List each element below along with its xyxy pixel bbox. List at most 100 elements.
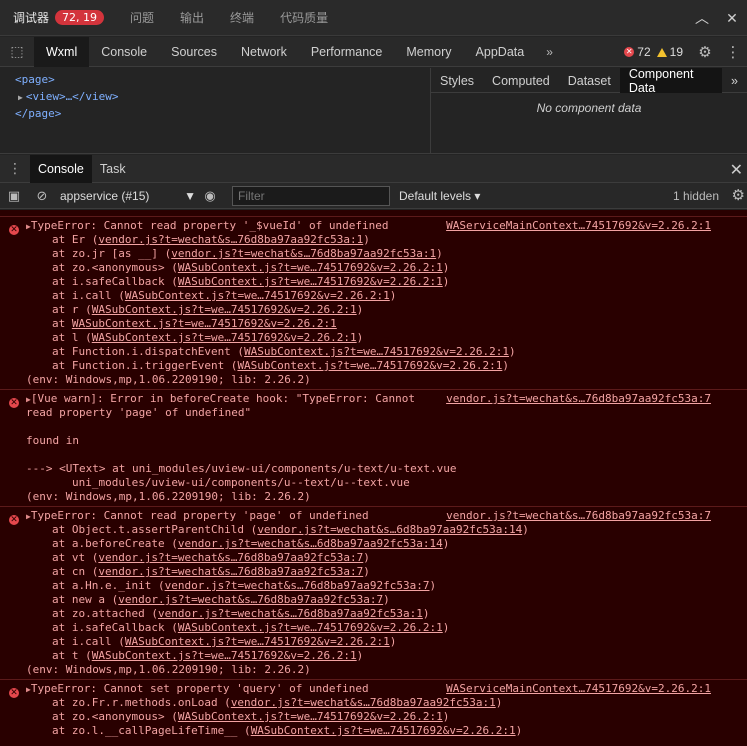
- sidebar-toggle-icon[interactable]: ▣: [0, 188, 28, 204]
- devtools-tab-bar: ⬚ Wxml Console Sources Network Performan…: [0, 36, 747, 67]
- tab-component-data[interactable]: Component Data: [619, 67, 723, 95]
- stack-frame: at Er (vendor.js?t=wechat&s…76d8ba97aa92…: [52, 233, 370, 246]
- tab-network[interactable]: Network: [229, 37, 299, 67]
- drawer-tab-bar: ⋮ Console Task ✕: [0, 154, 747, 183]
- tab-dataset[interactable]: Dataset: [559, 68, 620, 93]
- hidden-count: 1 hidden: [672, 189, 719, 203]
- chevron-up-icon[interactable]: ︿: [687, 8, 717, 28]
- log-message-error[interactable]: ✕ ▶TypeError: Cannot read property '_$vu…: [0, 216, 747, 389]
- close-icon[interactable]: ✕: [717, 10, 747, 27]
- more-tabs-icon[interactable]: »: [536, 45, 563, 59]
- stack-frame: at cn (vendor.js?t=wechat&s…76d8ba97aa92…: [52, 565, 370, 578]
- tab-output[interactable]: 输出: [167, 0, 217, 36]
- stack-link[interactable]: vendor.js?t=wechat&s…76d8ba97aa92fc53a:1: [98, 233, 363, 246]
- stack-link[interactable]: vendor.js?t=wechat&s…76d8ba97aa92fc53a:7: [98, 551, 363, 564]
- tab-memory[interactable]: Memory: [394, 37, 463, 67]
- log-message-error[interactable]: ✕ ▶TypeError: Cannot read property 'page…: [0, 506, 747, 679]
- stack-link[interactable]: WASubContext.js?t=we…74517692&v=2.26.2:1: [125, 289, 390, 302]
- dropdown-arrow-icon: ▼: [184, 188, 196, 203]
- tree-node-page-close[interactable]: </page>: [0, 105, 430, 122]
- error-icon: ✕: [9, 515, 19, 525]
- expand-triangle-icon[interactable]: ▶: [18, 93, 23, 102]
- stack-frame: at vt (vendor.js?t=wechat&s…76d8ba97aa92…: [52, 551, 370, 564]
- drawer-menu-icon[interactable]: ⋮: [0, 160, 30, 177]
- context-selector[interactable]: appservice (#15) ▼: [56, 189, 196, 203]
- stack-frame: at WASubContext.js?t=we…74517692&v=2.26.…: [52, 317, 337, 330]
- stack-link[interactable]: vendor.js?t=wechat&s…76d8ba97aa92fc53a:7: [165, 579, 430, 592]
- kebab-menu-icon[interactable]: ⋮: [719, 43, 747, 61]
- stack-link[interactable]: WASubContext.js?t=we…74517692&v=2.26.2:1: [92, 303, 357, 316]
- stack-link[interactable]: WASubContext.js?t=we…74517692&v=2.26.2:1: [178, 275, 443, 288]
- env-info: (env: Windows,mp,1.06.2209190; lib: 2.26…: [26, 373, 311, 386]
- drawer-tab-task[interactable]: Task: [92, 155, 134, 183]
- stack-link[interactable]: WASubContext.js?t=we…74517692&v=2.26.2:1: [237, 359, 502, 372]
- tab-console[interactable]: Console: [89, 37, 159, 67]
- stack-link[interactable]: WASubContext.js?t=we…74517692&v=2.26.2:1: [125, 635, 390, 648]
- stack-link[interactable]: WASubContext.js?t=we…74517692&v=2.26.2:1: [92, 649, 357, 662]
- stack-frame: at zo.attached (vendor.js?t=wechat&s…76d…: [52, 607, 430, 620]
- env-info: (env: Windows,mp,1.06.2209190; lib: 2.26…: [26, 663, 311, 676]
- tab-sources[interactable]: Sources: [159, 37, 229, 67]
- tree-node-page-open[interactable]: <page>: [0, 71, 430, 88]
- tab-terminal[interactable]: 终端: [217, 0, 267, 36]
- env-info: (env: Windows,mp,1.06.2209190; lib: 2.26…: [26, 490, 311, 503]
- log-message-error[interactable]: ✕ ▶[Vue warn]: Error in beforeCreate hoo…: [0, 389, 747, 506]
- tab-performance[interactable]: Performance: [299, 37, 395, 67]
- tab-styles[interactable]: Styles: [431, 68, 483, 93]
- console-settings-gear-icon[interactable]: ⚙: [732, 186, 745, 204]
- stack-link[interactable]: WASubContext.js?t=we…74517692&v=2.26.2:1: [178, 621, 443, 634]
- log-message-error[interactable]: ✕ ▶TypeError: Cannot set property 'query…: [0, 679, 747, 740]
- gear-icon[interactable]: ⚙: [691, 43, 719, 61]
- stack-frame: at a.Hn.e._init (vendor.js?t=wechat&s…76…: [52, 579, 437, 592]
- stack-link[interactable]: vendor.js?t=wechat&s…6d8ba97aa92fc53a:14: [257, 523, 522, 536]
- stack-link[interactable]: WASubContext.js?t=we…74517692&v=2.26.2:1: [244, 345, 509, 358]
- drawer-close-icon[interactable]: ✕: [730, 160, 743, 180]
- stack-link[interactable]: WASubContext.js?t=we…74517692&v=2.26.2:1: [92, 331, 357, 344]
- tab-problems[interactable]: 问题: [117, 0, 167, 36]
- source-link[interactable]: WAServiceMainContext…74517692&v=2.26.2:1: [446, 682, 711, 696]
- stack-link[interactable]: WASubContext.js?t=we…74517692&v=2.26.2:1: [72, 317, 337, 330]
- stack-link[interactable]: vendor.js?t=wechat&s…76d8ba97aa92fc53a:1: [171, 247, 436, 260]
- error-icon: ✕: [9, 225, 19, 235]
- stack-frame: at i.safeCallback (WASubContext.js?t=we……: [52, 621, 450, 634]
- filter-input[interactable]: [232, 185, 390, 206]
- tab-appdata[interactable]: AppData: [464, 37, 537, 67]
- error-count-badge: 72, 19: [55, 10, 105, 25]
- log-levels-dropdown[interactable]: Default levels ▾: [399, 189, 480, 203]
- stack-link[interactable]: vendor.js?t=wechat&s…6d8ba97aa92fc53a:14: [178, 537, 443, 550]
- stack-link[interactable]: vendor.js?t=wechat&s…76d8ba97aa92fc53a:7: [118, 593, 383, 606]
- source-link[interactable]: WAServiceMainContext…74517692&v=2.26.2:1: [446, 219, 711, 233]
- side-panel: Styles Computed Dataset Component Data »…: [430, 67, 747, 154]
- stack-frame: at i.call (WASubContext.js?t=we…74517692…: [52, 635, 397, 648]
- console-log: ✕ ▶TypeError: Cannot read property '_$vu…: [0, 210, 747, 746]
- stack-frame: at Object.t.assertParentChild (vendor.js…: [52, 523, 529, 536]
- stack-frame: at zo.jr [as __] (vendor.js?t=wechat&s…7…: [52, 247, 443, 260]
- stack-link[interactable]: vendor.js?t=wechat&s…76d8ba97aa92fc53a:1: [231, 696, 496, 709]
- warning-icon: [656, 47, 667, 57]
- error-icon: ✕: [624, 47, 635, 57]
- empty-state-text: No component data: [536, 101, 642, 115]
- stack-link[interactable]: vendor.js?t=wechat&s…76d8ba97aa92fc53a:7: [98, 565, 363, 578]
- stack-link[interactable]: WASubContext.js?t=we…74517692&v=2.26.2:1: [251, 724, 516, 737]
- tab-debugger[interactable]: 调试器 72, 19: [0, 0, 117, 36]
- tab-computed[interactable]: Computed: [483, 68, 559, 93]
- source-link[interactable]: vendor.js?t=wechat&s…76d8ba97aa92fc53a:7: [446, 509, 711, 523]
- stack-frame: at Function.i.dispatchEvent (WASubContex…: [52, 345, 516, 358]
- inspect-element-icon[interactable]: ⬚: [0, 43, 34, 60]
- tab-code-quality[interactable]: 代码质量: [267, 0, 341, 36]
- stack-frame: at t (WASubContext.js?t=we…74517692&v=2.…: [52, 649, 364, 662]
- stack-frame: at i.safeCallback (WASubContext.js?t=we……: [52, 275, 450, 288]
- issue-counter[interactable]: ✕ 72 19: [624, 45, 683, 59]
- stack-frame: at l (WASubContext.js?t=we…74517692&v=2.…: [52, 331, 364, 344]
- clear-console-icon[interactable]: ⊘: [28, 188, 56, 204]
- more-side-tabs-icon[interactable]: »: [722, 68, 747, 93]
- tree-node-view[interactable]: ▶ <view>…</view>: [0, 88, 430, 105]
- stack-link[interactable]: vendor.js?t=wechat&s…76d8ba97aa92fc53a:1: [158, 607, 423, 620]
- stack-link[interactable]: WASubContext.js?t=we…74517692&v=2.26.2:1: [178, 710, 443, 723]
- eye-icon[interactable]: ◉: [196, 188, 224, 204]
- source-link[interactable]: vendor.js?t=wechat&s…76d8ba97aa92fc53a:7: [446, 392, 711, 406]
- stack-frame: at zo.l.__callPageLifeTime__ (WASubConte…: [52, 724, 523, 737]
- tab-wxml[interactable]: Wxml: [34, 36, 90, 67]
- drawer-tab-console[interactable]: Console: [30, 154, 92, 183]
- stack-link[interactable]: WASubContext.js?t=we…74517692&v=2.26.2:1: [178, 261, 443, 274]
